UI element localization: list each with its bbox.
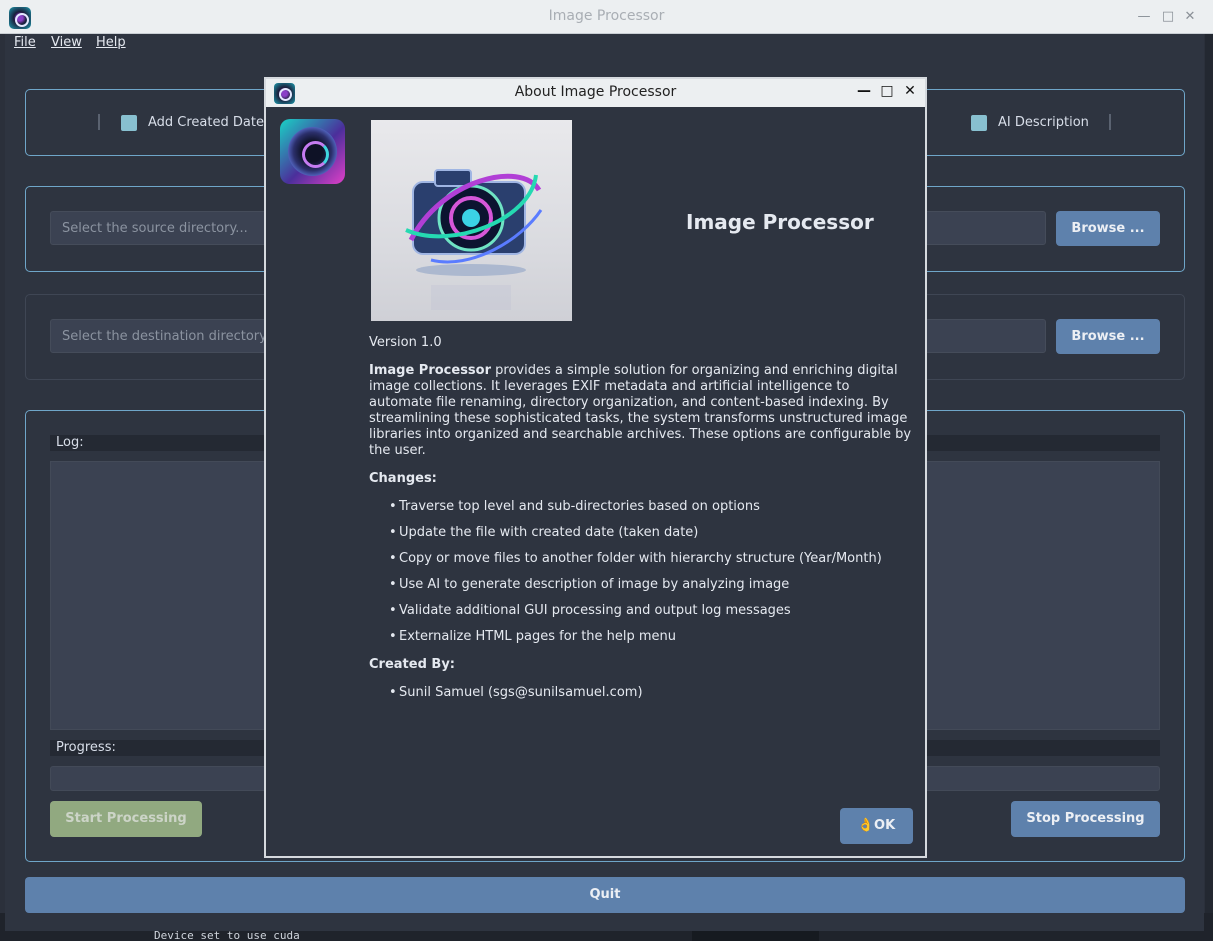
list-item: Traverse top level and sub-directories b…	[389, 499, 760, 514]
created-by-heading: Created By:	[369, 657, 455, 672]
list-item: Externalize HTML pages for the help menu	[389, 629, 676, 644]
browse-source-button[interactable]: Browse ...	[1056, 211, 1160, 246]
maximize-icon[interactable]: □	[1160, 9, 1176, 24]
about-dialog: About Image Processor — □ ✕ Image Proces…	[264, 77, 927, 858]
list-item: Validate additional GUI processing and o…	[389, 603, 791, 618]
ok-label: OK	[874, 818, 896, 833]
list-item: Copy or move files to another folder wit…	[389, 551, 882, 566]
ai-description-checkbox[interactable]	[971, 115, 987, 131]
dialog-close-icon[interactable]: ✕	[902, 83, 918, 99]
dialog-heading: Image Processor	[686, 210, 874, 234]
changes-heading: Changes:	[369, 471, 437, 486]
menu-view[interactable]: View	[51, 35, 82, 50]
camera-artwork-image	[371, 120, 572, 321]
minimize-icon[interactable]: —	[1136, 9, 1152, 24]
dialog-minimize-icon[interactable]: —	[856, 83, 872, 99]
list-item: Use AI to generate description of image …	[389, 577, 789, 592]
menubar: File View Help	[5, 34, 1204, 56]
ai-description-label: AI Description	[998, 115, 1089, 130]
version-text: Version 1.0	[369, 335, 442, 350]
dialog-maximize-icon[interactable]: □	[879, 83, 895, 99]
background-editor-edge	[1205, 34, 1213, 941]
menu-help-label: Help	[96, 35, 126, 50]
separator	[1109, 114, 1111, 130]
quit-button[interactable]: Quit	[25, 877, 1185, 913]
author-item: Sunil Samuel (sgs@sunilsamuel.com)	[389, 685, 642, 700]
add-created-date-checkbox[interactable]	[121, 115, 137, 131]
dialog-titlebar[interactable]: About Image Processor — □ ✕	[266, 79, 925, 107]
start-processing-button[interactable]: Start Processing	[50, 801, 202, 837]
ok-button[interactable]: 👌OK	[840, 808, 913, 844]
separator	[98, 114, 100, 130]
add-created-date-label: Add Created Date	[148, 115, 264, 130]
dialog-title: About Image Processor	[514, 84, 677, 100]
app-logo-icon	[280, 119, 345, 184]
ok-hand-icon: 👌	[857, 818, 875, 833]
browse-destination-button[interactable]: Browse ...	[1056, 319, 1160, 354]
menu-file-label: File	[14, 35, 36, 50]
close-icon[interactable]: ✕	[1182, 9, 1198, 24]
menu-file[interactable]: File	[14, 35, 36, 50]
description-bold: Image Processor	[369, 363, 492, 378]
stop-processing-button[interactable]: Stop Processing	[1011, 801, 1160, 837]
list-item: Update the file with created date (taken…	[389, 525, 698, 540]
camera-illustration-icon	[405, 169, 543, 310]
description-text: Image Processor provides a simple soluti…	[369, 363, 915, 459]
menu-help[interactable]: Help	[96, 35, 126, 50]
window-title: Image Processor	[548, 8, 665, 24]
main-titlebar[interactable]: Image Processor — □ ✕	[0, 0, 1213, 34]
menu-view-label: View	[51, 35, 82, 50]
